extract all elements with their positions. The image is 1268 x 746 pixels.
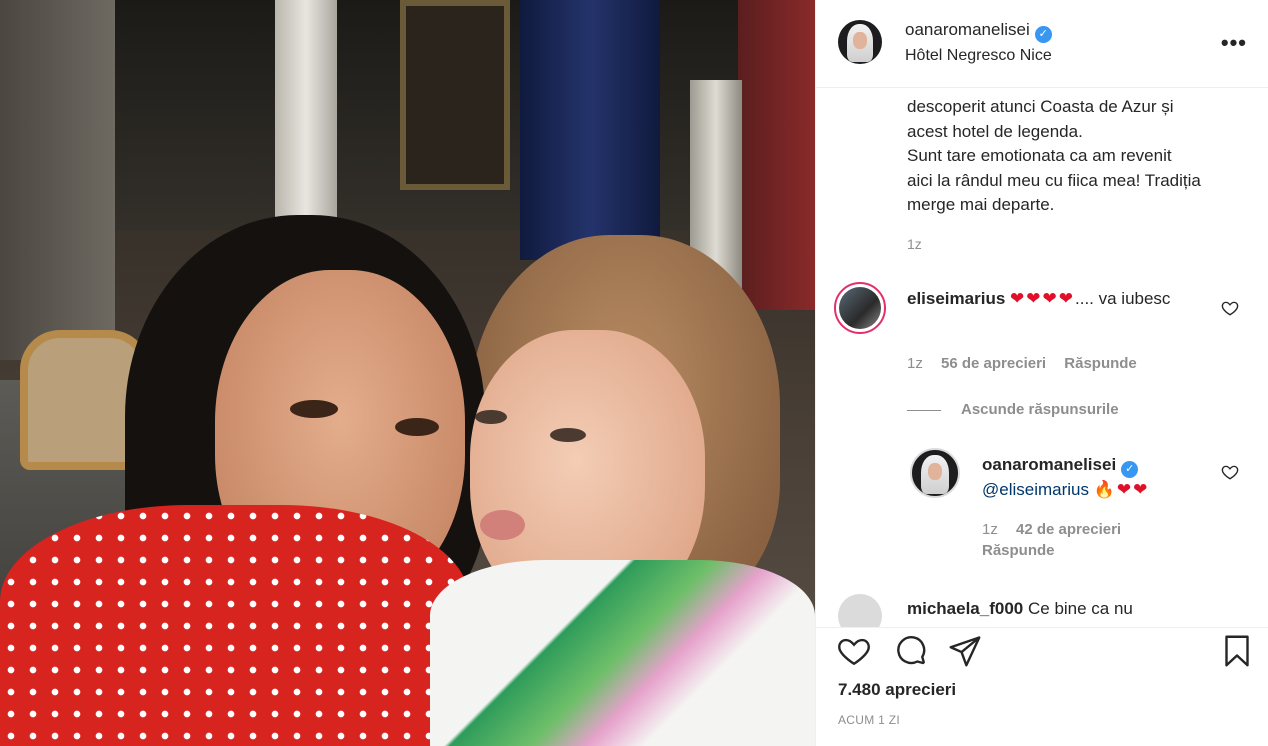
- comment-meta: 1z 56 de aprecieri Răspunde: [907, 355, 1137, 372]
- post-actions: 7.480 aprecieri ACUM 1 ZI: [816, 627, 1268, 746]
- heart-outline-icon[interactable]: [1221, 299, 1239, 317]
- commenter-avatar[interactable]: [834, 282, 886, 334]
- caption-timestamp[interactable]: 1z: [907, 236, 922, 252]
- reply-likes[interactable]: 42 de aprecieri: [1016, 521, 1121, 538]
- heart-outline-icon[interactable]: [1221, 463, 1239, 481]
- likes-count[interactable]: 7.480 aprecieri: [838, 680, 956, 700]
- photo-column: [275, 0, 337, 240]
- reply-mention[interactable]: @eliseimarius: [982, 480, 1089, 499]
- photo-polka-dot-shirt: [0, 505, 470, 746]
- hide-replies-label: Ascunde răspunsurile: [961, 401, 1119, 418]
- photo-woman-eye: [395, 418, 439, 436]
- comment-text: .... va iubesc: [1075, 289, 1171, 308]
- author-username[interactable]: oanaromanelisei: [905, 20, 1030, 39]
- reply-button[interactable]: Răspunde: [982, 542, 1055, 559]
- photo-girl-tshirt: [430, 560, 815, 746]
- post-photo[interactable]: [0, 0, 815, 746]
- photo-girl-lips: [480, 510, 525, 540]
- author-avatar[interactable]: [838, 20, 882, 64]
- divider-line: [907, 409, 941, 411]
- comments-list[interactable]: descoperit atunci Coasta de Azur și aces…: [816, 89, 1268, 627]
- verified-badge-icon: ✓: [1034, 26, 1052, 43]
- author-username-row[interactable]: oanaromanelisei ✓: [905, 20, 1052, 43]
- photo-woman-eye: [290, 400, 338, 418]
- more-dots-icon[interactable]: •••: [1221, 30, 1247, 56]
- share-paper-plane-icon[interactable]: [947, 633, 983, 669]
- photo-painting: [400, 0, 510, 190]
- post-age[interactable]: ACUM 1 ZI: [838, 713, 900, 727]
- photo-red-wall: [738, 0, 815, 310]
- photo-curtain: [520, 0, 660, 260]
- post-location[interactable]: Hôtel Negresco Nice: [905, 47, 1052, 65]
- photo-girl-eye: [550, 428, 586, 442]
- photo-wall: [0, 0, 115, 360]
- comment-username[interactable]: michaela_f000: [907, 599, 1023, 618]
- fire-heart-emojis: 🔥❤❤: [1093, 480, 1150, 499]
- reply-time[interactable]: 1z: [982, 521, 998, 538]
- reply-username[interactable]: oanaromanelisei: [982, 455, 1116, 474]
- comment-time[interactable]: 1z: [907, 355, 923, 372]
- heart-emojis: ❤❤❤❤: [1010, 289, 1075, 308]
- post-caption: descoperit atunci Coasta de Azur și aces…: [907, 97, 1201, 214]
- comment-text: Ce bine ca nu: [1027, 599, 1133, 618]
- comment-icon[interactable]: [893, 633, 929, 669]
- reply-comment: oanaromanelisei ✓ @eliseimarius 🔥❤❤: [982, 453, 1212, 503]
- commenter-avatar[interactable]: [838, 594, 882, 627]
- heart-icon[interactable]: [836, 633, 872, 669]
- reply-author-avatar[interactable]: [910, 448, 960, 498]
- reply-meta: 1z 42 de aprecieri Răspunde: [982, 519, 1121, 561]
- verified-badge-icon: ✓: [1121, 461, 1139, 478]
- comment: michaela_f000 Ce bine ca nu: [907, 597, 1133, 622]
- comment: eliseimarius ❤❤❤❤.... va iubesc: [907, 287, 1212, 312]
- photo-girl-eye: [475, 410, 507, 424]
- hide-replies-button[interactable]: Ascunde răspunsurile: [907, 401, 1119, 418]
- reply-button[interactable]: Răspunde: [1064, 355, 1137, 372]
- bookmark-icon[interactable]: [1219, 633, 1255, 669]
- post-side-panel: oanaromanelisei ✓ Hôtel Negresco Nice •••…: [815, 0, 1268, 746]
- post-header: oanaromanelisei ✓ Hôtel Negresco Nice •••: [816, 0, 1268, 88]
- comment-likes[interactable]: 56 de aprecieri: [941, 355, 1046, 372]
- comment-username[interactable]: eliseimarius: [907, 289, 1005, 308]
